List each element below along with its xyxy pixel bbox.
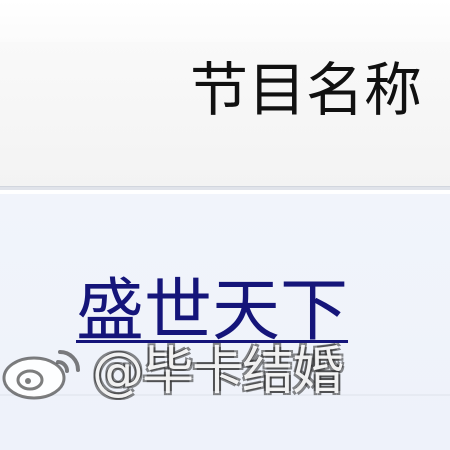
row-divider: [0, 394, 450, 396]
program-table-screen: 节目名称 盛世天下 @毕卡结婚: [0, 0, 450, 450]
header-divider: [0, 186, 450, 187]
program-name-link[interactable]: 盛世天下: [76, 264, 348, 360]
table-top-area: [0, 0, 450, 42]
table-row[interactable]: 盛世天下: [0, 194, 450, 450]
table-header-row: 节目名称: [0, 42, 450, 190]
column-header-program-name: 节目名称: [190, 56, 423, 124]
